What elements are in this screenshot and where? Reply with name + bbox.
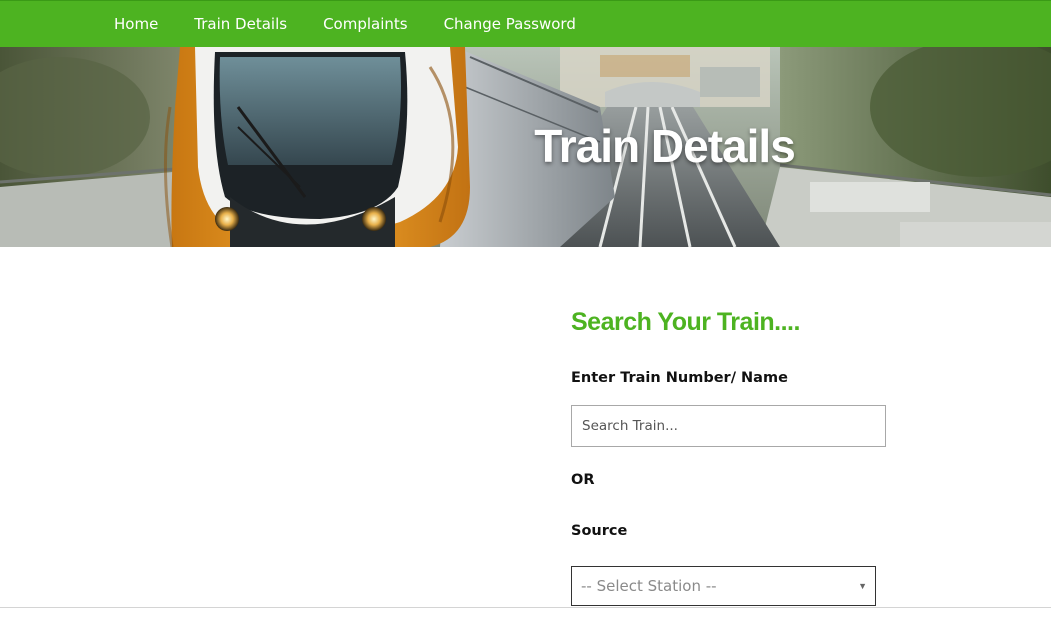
search-heading: Search Your Train....: [571, 308, 800, 336]
nav-item-change-password[interactable]: Change Password: [426, 1, 594, 48]
source-label: Source: [571, 523, 628, 539]
hero-title: Train Details: [534, 120, 796, 172]
source-station-select[interactable]: -- Select Station -- ▼: [571, 566, 876, 606]
nav-menu: Home Train Details Complaints Change Pas…: [96, 1, 594, 48]
triangle-down-icon: ▼: [858, 581, 867, 591]
hero-banner: Train Details: [0, 47, 1051, 247]
nav-item-home[interactable]: Home: [96, 1, 176, 48]
nav-item-complaints[interactable]: Complaints: [305, 1, 426, 48]
top-navbar: Home Train Details Complaints Change Pas…: [0, 0, 1051, 47]
nav-item-train-details[interactable]: Train Details: [176, 1, 305, 48]
train-number-label: Enter Train Number/ Name: [571, 370, 788, 386]
or-separator: OR: [571, 472, 595, 488]
source-station-selected: -- Select Station --: [581, 577, 717, 595]
search-train-input[interactable]: [571, 405, 886, 447]
bottom-divider: [0, 607, 1051, 608]
